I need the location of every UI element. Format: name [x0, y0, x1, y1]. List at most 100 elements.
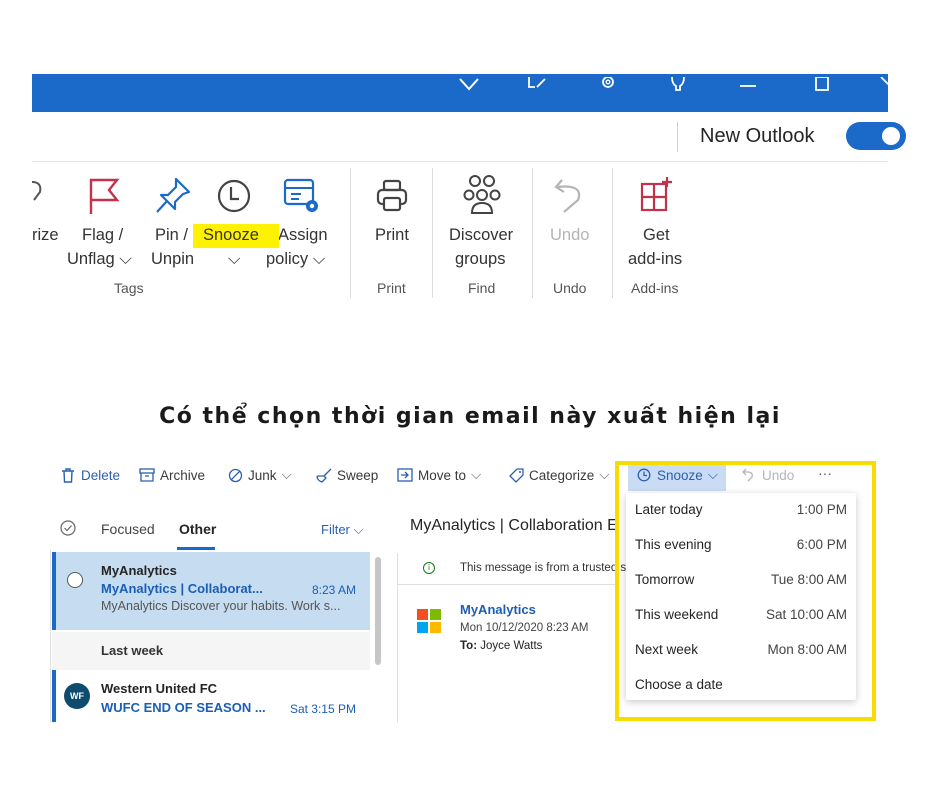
sweep-icon: [316, 467, 332, 483]
pin-label-1[interactable]: Pin /: [155, 226, 188, 245]
to-name: Joyce Watts: [480, 640, 543, 652]
restore-icon[interactable]: [808, 74, 836, 94]
policy-icon[interactable]: [280, 176, 322, 216]
message-item[interactable]: WF Western United FC WUFC END OF SEASON …: [52, 670, 370, 722]
tab-other[interactable]: Other: [179, 521, 216, 537]
junk-button[interactable]: Junk ⌵: [227, 467, 292, 483]
undo-icon[interactable]: [550, 176, 590, 216]
pin-label-2[interactable]: Unpin: [151, 250, 194, 269]
reading-date: Mon 10/12/2020 8:23 AM: [460, 622, 589, 634]
reading-subject: MyAnalytics | Collaboration E: [410, 517, 618, 534]
assign-label-2[interactable]: policy ⌵: [266, 250, 325, 269]
move-to-button[interactable]: Move to ⌵: [397, 467, 481, 483]
filter-button[interactable]: Filter ⌵: [321, 522, 363, 538]
message-time: 8:23 AM: [311, 583, 356, 597]
to-label: To:: [460, 640, 478, 652]
tab-underline: [177, 547, 215, 550]
flag-label-1[interactable]: Flag /: [82, 226, 123, 245]
filter-label: Filter: [321, 522, 350, 537]
group-addins: Add-ins: [631, 280, 679, 296]
archive-button[interactable]: Archive: [139, 467, 205, 483]
group-tags: Tags: [114, 280, 144, 296]
move-to-label: Move to: [418, 467, 467, 483]
groups-icon[interactable]: [460, 172, 504, 218]
diamond-icon[interactable]: [455, 74, 483, 94]
chevron-down-icon: ⌵: [599, 467, 610, 482]
select-all-icon[interactable]: [60, 520, 76, 536]
message-sender: MyAnalytics: [101, 563, 177, 578]
divider: [677, 122, 678, 152]
trash-icon: [60, 467, 76, 483]
toggle-knob: [882, 127, 900, 145]
delete-button[interactable]: Delete: [60, 467, 120, 483]
discover-label-1[interactable]: Discover: [449, 226, 513, 245]
categorize-icon[interactable]: [32, 176, 44, 210]
ribbon: rize Flag / Unflag ⌵ Pin / Unpin Assign …: [32, 162, 888, 302]
add-ins-icon[interactable]: [636, 174, 676, 216]
group-print: Print: [377, 280, 406, 296]
junk-label: Junk: [248, 467, 277, 483]
group-find: Find: [468, 280, 496, 296]
group-undo: Undo: [553, 280, 587, 296]
ribbon-separator: [432, 168, 433, 298]
ribbon-separator: [350, 168, 351, 298]
new-outlook-toggle[interactable]: [846, 122, 906, 150]
pin-icon[interactable]: [153, 176, 193, 216]
chevron-down-icon: ⌵: [281, 467, 292, 482]
snooze-label-1[interactable]: Snooze: [203, 226, 259, 245]
undo-label[interactable]: Undo: [550, 226, 589, 245]
new-outlook-label: New Outlook: [700, 125, 815, 147]
print-label[interactable]: Print: [375, 226, 409, 245]
ribbon-separator: [532, 168, 533, 298]
block-icon: [227, 467, 243, 483]
edit-icon[interactable]: [524, 74, 552, 94]
tab-focused[interactable]: Focused: [101, 521, 155, 537]
message-subject: MyAnalytics | Collaborat...: [101, 581, 263, 596]
folder-tabs: Focused Other Filter ⌵: [52, 510, 376, 550]
last-week-label: Last week: [101, 643, 164, 658]
lightbulb-icon[interactable]: [664, 74, 692, 94]
chevron-down-icon: ⌵: [353, 522, 364, 537]
flag-icon[interactable]: [84, 176, 124, 216]
settings-icon[interactable]: [594, 74, 622, 94]
scrollbar[interactable]: [375, 557, 381, 665]
archive-icon: [139, 467, 155, 483]
categorize-label[interactable]: rize: [32, 226, 59, 245]
message-sender: Western United FC: [101, 681, 218, 696]
clock-icon[interactable]: [214, 176, 254, 216]
section-header: Last week: [52, 632, 370, 670]
sweep-label: Sweep: [337, 467, 379, 483]
printer-icon[interactable]: [372, 176, 412, 216]
close-icon[interactable]: [872, 74, 900, 94]
snooze-label-2[interactable]: ⌵: [228, 250, 241, 269]
info-icon: i: [423, 562, 435, 574]
ribbon-separator: [612, 168, 613, 298]
trusted-text: This message is from a trusted se: [460, 562, 633, 574]
message-select-radio[interactable]: [67, 572, 83, 588]
message-item-selected[interactable]: MyAnalytics MyAnalytics | Collaborat... …: [52, 552, 370, 630]
reading-sender[interactable]: MyAnalytics: [460, 602, 536, 617]
discover-label-2[interactable]: groups: [455, 250, 505, 269]
reading-to: To: Joyce Watts: [460, 640, 542, 652]
list-border: [50, 550, 51, 722]
folder-move-icon: [397, 467, 413, 483]
tag-icon: [508, 467, 524, 483]
flag-label-2[interactable]: Unflag ⌵: [67, 250, 132, 269]
caption: Có thể chọn thời gian email này xuất hiệ…: [159, 404, 781, 429]
message-time: Sat 3:15 PM: [289, 702, 356, 716]
sweep-button[interactable]: Sweep: [316, 467, 378, 483]
avatar: WF: [64, 683, 90, 709]
assign-label-1[interactable]: Assign: [278, 226, 328, 245]
message-subject: WUFC END OF SEASON ...: [101, 700, 266, 715]
microsoft-logo-icon: [417, 609, 441, 633]
message-preview: MyAnalytics Discover your habits. Work s…: [101, 599, 341, 613]
archive-label: Archive: [160, 467, 206, 483]
get-label-2[interactable]: add-ins: [628, 250, 682, 269]
categorize-label: Categorize: [529, 467, 595, 483]
highlight-frame: [615, 461, 876, 721]
get-label-1[interactable]: Get: [643, 226, 670, 245]
title-bar: [32, 74, 892, 112]
delete-label: Delete: [81, 467, 121, 483]
categorize-button[interactable]: Categorize ⌵: [508, 467, 610, 483]
minimize-icon[interactable]: [734, 74, 762, 94]
